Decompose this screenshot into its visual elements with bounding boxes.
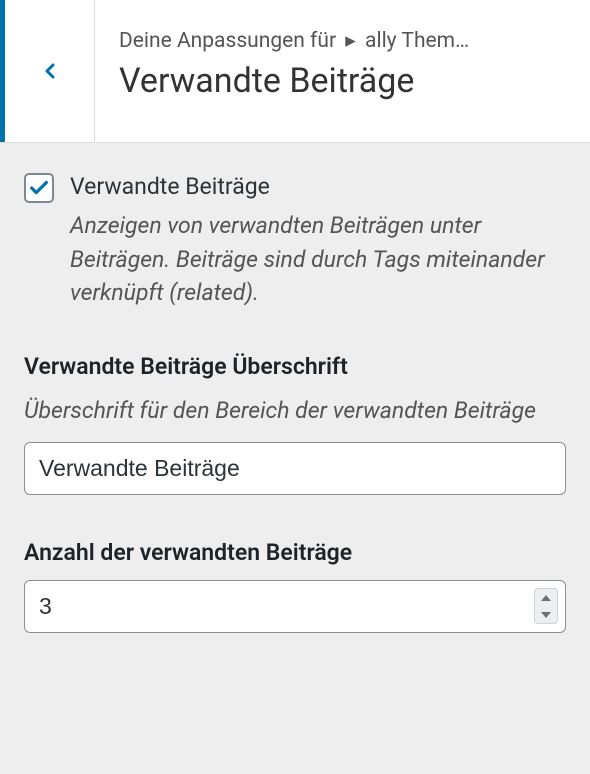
chevron-up-icon	[541, 595, 551, 601]
page-title: Verwandte Beiträge	[119, 61, 566, 102]
header-content: Deine Anpassungen für ▸ ally Them… Verwa…	[95, 0, 590, 142]
back-button[interactable]	[0, 0, 95, 142]
chevron-down-icon	[541, 612, 551, 618]
count-stepper	[534, 588, 558, 624]
chevron-left-icon	[38, 59, 62, 83]
count-title: Anzahl der verwandten Beiträge	[24, 539, 566, 566]
heading-title: Verwandte Beiträge Überschrift	[24, 353, 566, 380]
control-related-posts-count: Anzahl der verwandten Beiträge	[24, 539, 566, 633]
control-related-posts-heading: Verwandte Beiträge Überschrift Überschri…	[24, 353, 566, 494]
breadcrumb-theme: ally Them…	[365, 29, 469, 53]
heading-description: Überschrift für den Bereich der verwandt…	[24, 394, 566, 427]
control-related-posts-toggle: Verwandte Beiträge Anzeigen von verwandt…	[24, 171, 566, 309]
breadcrumb-prefix: Deine Anpassungen für	[119, 29, 336, 53]
checkmark-icon	[28, 177, 50, 199]
stepper-down-button[interactable]	[535, 606, 557, 623]
breadcrumb-separator: ▸	[345, 29, 356, 53]
heading-input[interactable]	[24, 442, 566, 495]
related-posts-label[interactable]: Verwandte Beiträge	[70, 173, 270, 200]
customizer-content: Verwandte Beiträge Anzeigen von verwandt…	[0, 143, 590, 705]
breadcrumb: Deine Anpassungen für ▸ ally Them…	[119, 28, 566, 53]
count-input[interactable]	[24, 580, 566, 633]
stepper-up-button[interactable]	[535, 589, 557, 606]
related-posts-description: Anzeigen von verwandten Beiträgen unter …	[70, 209, 566, 309]
checkbox-content: Verwandte Beiträge Anzeigen von verwandt…	[70, 171, 566, 309]
customizer-header: Deine Anpassungen für ▸ ally Them… Verwa…	[0, 0, 590, 143]
related-posts-checkbox[interactable]	[24, 173, 54, 203]
